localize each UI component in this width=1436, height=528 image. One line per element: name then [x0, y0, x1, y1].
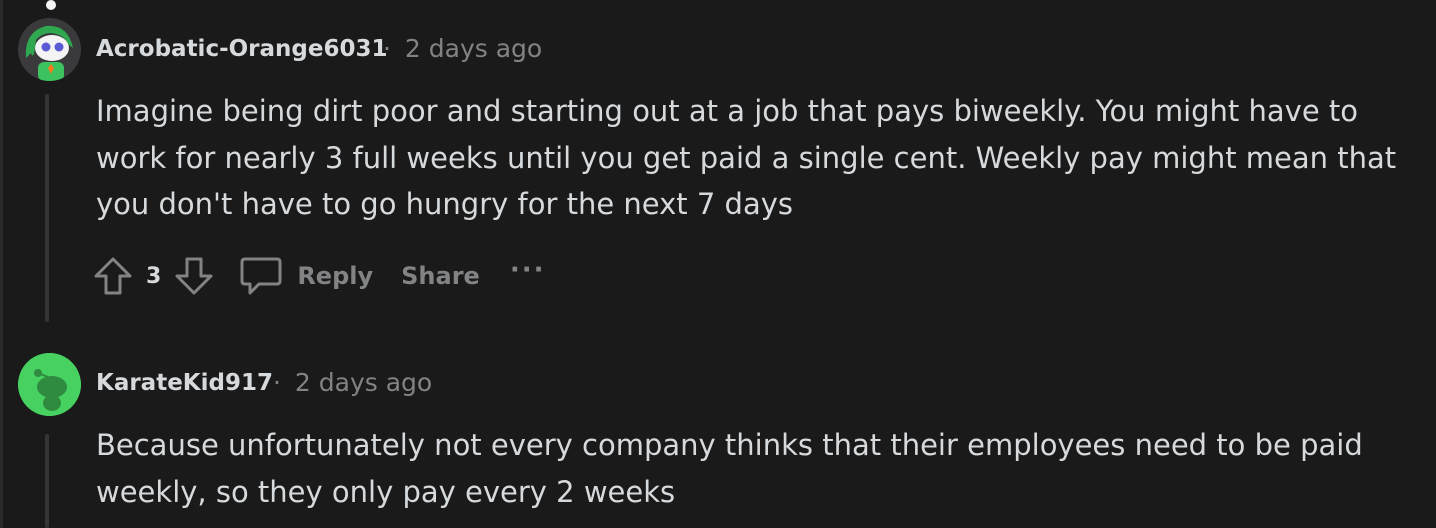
reply-label: Reply [297, 262, 374, 290]
comment-actions: 3 Reply Share ··· [92, 254, 545, 298]
upvote-icon[interactable] [92, 255, 134, 297]
share-button[interactable]: Share [401, 262, 480, 290]
share-label: Share [401, 262, 480, 290]
comment-bubble-icon [239, 254, 283, 298]
comment-username[interactable]: Acrobatic-Orange6031 [96, 36, 388, 62]
comment-timestamp[interactable]: 2 days ago [295, 368, 432, 397]
meta-separator: · [383, 34, 391, 63]
meta-separator: · [273, 368, 281, 397]
page-left-edge [0, 0, 3, 528]
comment-username[interactable]: KarateKid917 [96, 370, 273, 396]
comment-body: Imagine being dirt poor and starting out… [96, 94, 1397, 221]
snoo-avatar-green-hair-icon[interactable] [18, 18, 81, 81]
comment-1: Acrobatic-Orange6031 · 2 days ago Imagin… [18, 0, 1418, 330]
snoo-default-green-icon[interactable] [18, 353, 81, 416]
thread-line[interactable] [45, 434, 49, 528]
comment-2: KarateKid917 · 2 days ago Because unfort… [18, 330, 1418, 528]
vote-score: 3 [146, 263, 162, 289]
reply-button[interactable]: Reply [239, 254, 373, 298]
comment-meta: · 2 days ago [383, 34, 542, 63]
thread-line[interactable] [45, 94, 49, 322]
comment-meta: · 2 days ago [273, 368, 432, 397]
avatar-antenna [46, 0, 56, 10]
more-options-icon[interactable]: ··· [510, 255, 546, 285]
more-label: ··· [509, 255, 546, 285]
downvote-icon[interactable] [173, 255, 215, 297]
comment-timestamp[interactable]: 2 days ago [405, 34, 542, 63]
comment-body: Because unfortunately not every company … [96, 428, 1363, 509]
